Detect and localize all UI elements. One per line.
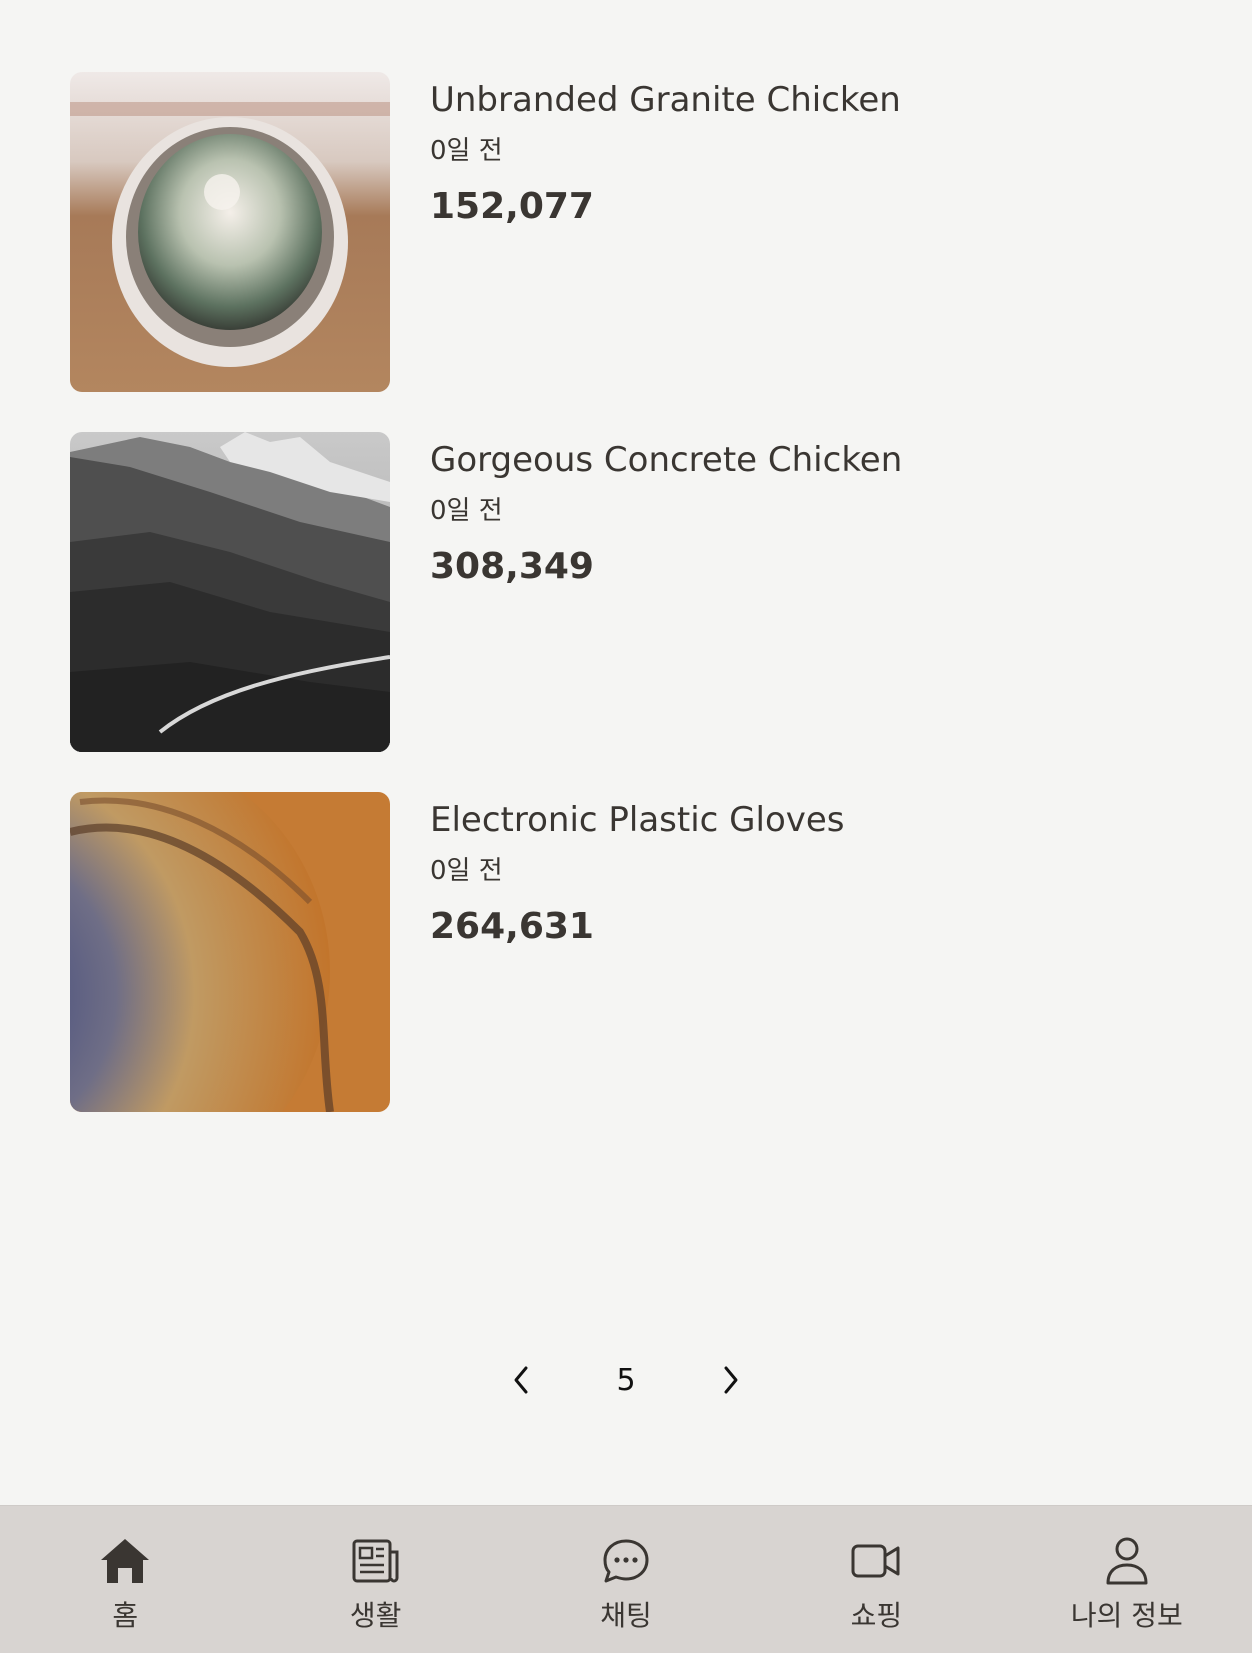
product-thumbnail-crater[interactable] bbox=[70, 792, 390, 1112]
product-price: 152,077 bbox=[430, 186, 594, 227]
product-time: 0일 전 bbox=[430, 136, 503, 166]
product-item[interactable]: Unbranded Granite Chicken 0일 전 152,077 bbox=[70, 72, 1190, 392]
tab-my-info[interactable]: 나의 정보 bbox=[1002, 1506, 1252, 1653]
mountain-photo bbox=[70, 432, 390, 752]
product-price: 264,631 bbox=[430, 906, 594, 947]
tab-life[interactable]: 생활 bbox=[250, 1506, 500, 1653]
user-icon bbox=[1100, 1534, 1154, 1588]
tab-shopping[interactable]: 쇼핑 bbox=[751, 1506, 1001, 1653]
tab-home[interactable]: 홈 bbox=[0, 1506, 250, 1653]
chevron-right-icon[interactable] bbox=[711, 1360, 751, 1400]
product-title[interactable]: Unbranded Granite Chicken bbox=[430, 80, 901, 120]
product-info: Electronic Plastic Gloves 0일 전 264,631 bbox=[430, 792, 845, 948]
chevron-left-icon[interactable] bbox=[501, 1360, 541, 1400]
tab-label: 생활 bbox=[349, 1599, 402, 1632]
home-icon bbox=[98, 1534, 152, 1588]
video-camera-icon bbox=[849, 1534, 903, 1588]
product-item[interactable]: Gorgeous Concrete Chicken 0일 전 308,349 bbox=[70, 432, 1190, 752]
product-price: 308,349 bbox=[430, 546, 594, 587]
product-title[interactable]: Gorgeous Concrete Chicken bbox=[430, 440, 902, 480]
crater-photo bbox=[70, 792, 390, 1112]
newspaper-icon bbox=[349, 1534, 403, 1588]
product-time: 0일 전 bbox=[430, 496, 503, 526]
current-page-number[interactable]: 5 bbox=[611, 1363, 641, 1398]
product-time: 0일 전 bbox=[430, 856, 503, 886]
product-info: Gorgeous Concrete Chicken 0일 전 308,349 bbox=[430, 432, 902, 588]
cactus-photo bbox=[70, 72, 390, 392]
chat-bubble-icon bbox=[599, 1534, 653, 1588]
product-item[interactable]: Electronic Plastic Gloves 0일 전 264,631 bbox=[70, 792, 1190, 1112]
tab-label: 홈 bbox=[112, 1599, 139, 1632]
product-info: Unbranded Granite Chicken 0일 전 152,077 bbox=[430, 72, 901, 228]
bottom-tab-bar: 홈 생활 채팅 쇼핑 나의 정보 bbox=[0, 1505, 1252, 1653]
tab-label: 쇼핑 bbox=[850, 1599, 903, 1632]
tab-label: 채팅 bbox=[600, 1599, 652, 1632]
product-thumbnail-mountain[interactable] bbox=[70, 432, 390, 752]
product-thumbnail-cactus[interactable] bbox=[70, 72, 390, 392]
pagination: 5 bbox=[0, 1355, 1252, 1405]
product-list: Unbranded Granite Chicken 0일 전 152,077 G… bbox=[70, 72, 1190, 1152]
tab-label: 나의 정보 bbox=[1070, 1599, 1183, 1632]
product-title[interactable]: Electronic Plastic Gloves bbox=[430, 800, 845, 840]
tab-chat[interactable]: 채팅 bbox=[501, 1506, 751, 1653]
